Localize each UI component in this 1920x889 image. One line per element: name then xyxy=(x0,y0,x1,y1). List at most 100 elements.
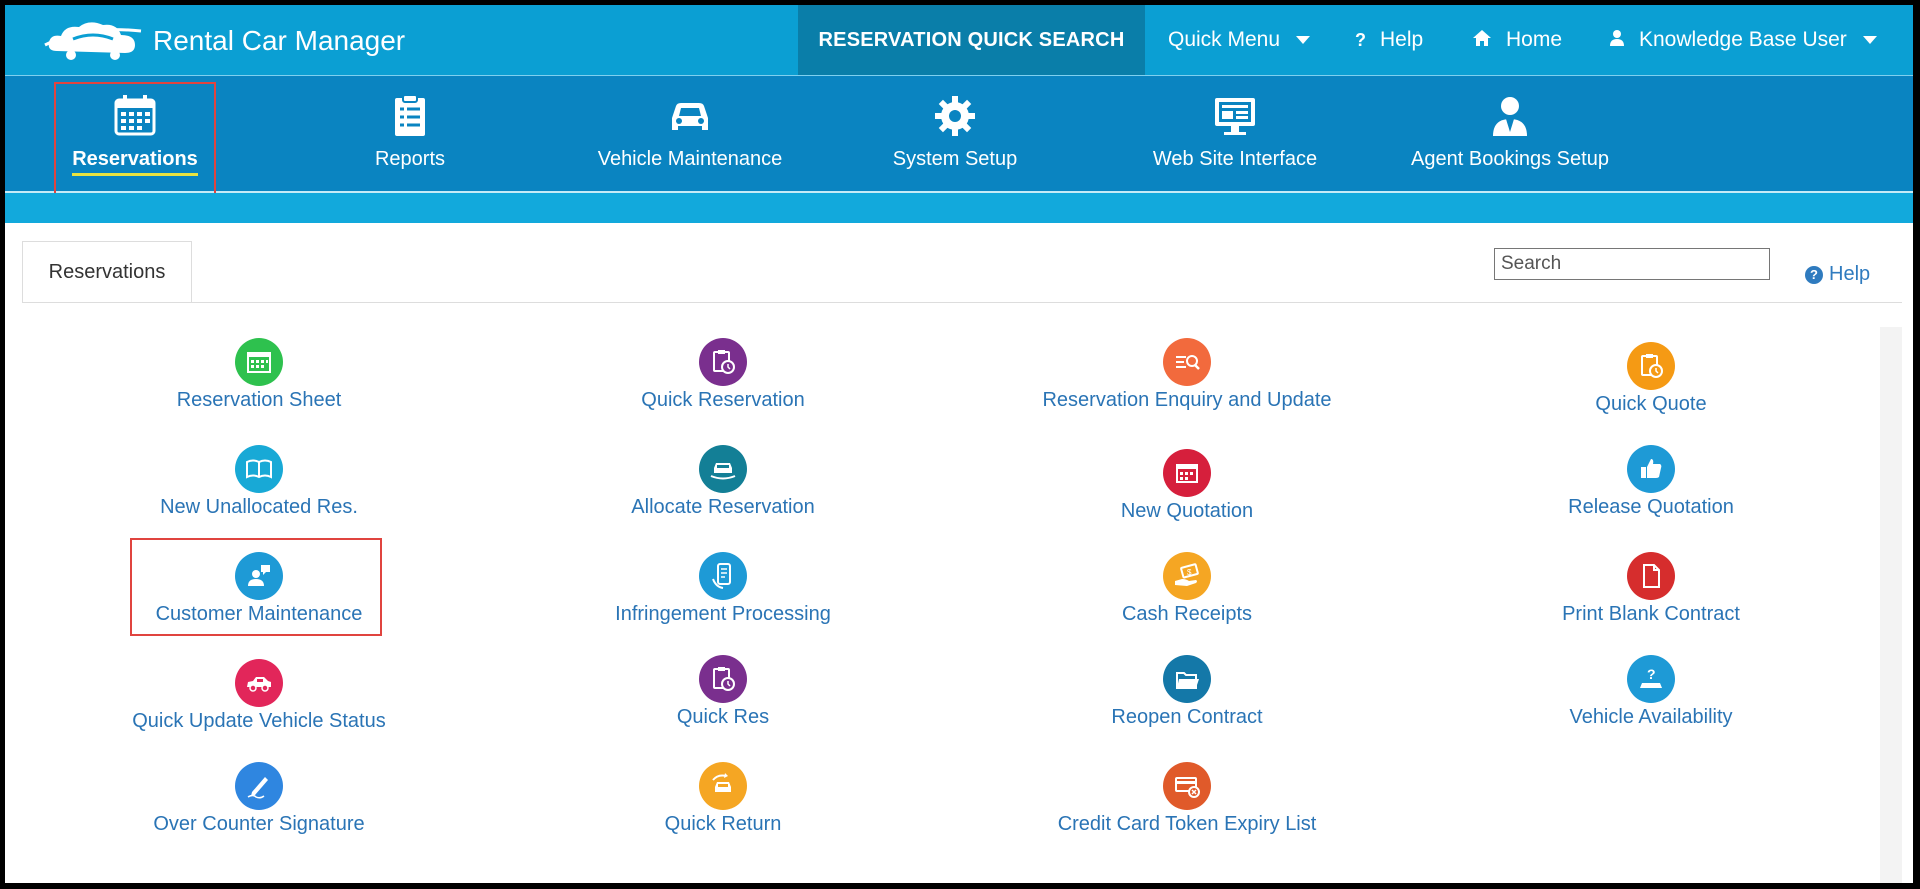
help-nav-label: Help xyxy=(1380,28,1424,51)
menu-item-quick-res[interactable]: Quick Res xyxy=(493,655,953,729)
menu-item-reservation-enquiry[interactable]: Reservation Enquiry and Update xyxy=(957,338,1417,412)
help-nav-link[interactable]: ? Help xyxy=(1355,5,1423,75)
user-icon xyxy=(1609,29,1625,52)
menu-item-label: Reopen Contract xyxy=(1111,706,1263,728)
menu-item-new-quotation[interactable]: New Quotation xyxy=(957,449,1417,523)
menu-item-label: Release Quotation xyxy=(1568,496,1734,518)
module-web-site-interface[interactable]: Web Site Interface xyxy=(1120,76,1350,191)
module-reports[interactable]: Reports xyxy=(335,76,485,191)
menu-item-label: Reservation Enquiry and Update xyxy=(1042,389,1332,411)
home-icon xyxy=(1472,29,1492,52)
module-label: Web Site Interface xyxy=(1152,148,1318,170)
menu-item-label: Quick Update Vehicle Status xyxy=(132,710,386,732)
quick-menu-dropdown[interactable]: Quick Menu xyxy=(1168,5,1311,75)
book-icon xyxy=(235,445,283,493)
clipboard-timer-icon xyxy=(1627,342,1675,390)
menu-item-print-blank-contract[interactable]: Print Blank Contract xyxy=(1421,552,1881,626)
module-label: Vehicle Maintenance xyxy=(597,148,783,170)
menu-item-label: Quick Quote xyxy=(1595,393,1707,415)
search-input[interactable] xyxy=(1494,248,1770,280)
clipboard-timer-icon xyxy=(699,655,747,703)
monitor-icon xyxy=(1215,98,1255,135)
menu-item-label: Cash Receipts xyxy=(1121,603,1253,625)
chevron-down-icon xyxy=(1296,36,1311,44)
app-title: Rental Car Manager xyxy=(153,25,406,56)
card-cancel-icon xyxy=(1163,762,1211,810)
menu-item-label: Reservation Sheet xyxy=(176,389,342,411)
menu-item-quick-update-vehicle-status[interactable]: Quick Update Vehicle Status xyxy=(29,659,489,733)
module-bar-strip xyxy=(5,193,1913,223)
menu-item-vehicle-availability[interactable]: ? Vehicle Availability xyxy=(1421,655,1881,729)
tab-reservations[interactable]: Reservations xyxy=(22,241,192,303)
cloud-car-logo-icon xyxy=(44,22,142,60)
user-name: Knowledge Base User xyxy=(1639,28,1847,51)
help-link[interactable]: ? Help xyxy=(1805,263,1870,286)
menu-item-cash-receipts[interactable]: $ Cash Receipts xyxy=(957,552,1417,626)
reservation-quick-search-button[interactable]: RESERVATION QUICK SEARCH xyxy=(798,5,1145,75)
menu-item-label: Infringement Processing xyxy=(615,603,831,625)
agent-icon xyxy=(1493,97,1527,136)
menu-item-reservation-sheet[interactable]: Reservation Sheet xyxy=(29,338,489,412)
home-nav-link[interactable]: Home xyxy=(1472,5,1562,75)
menu-item-release-quotation[interactable]: Release Quotation xyxy=(1421,445,1881,519)
list-search-icon xyxy=(1163,338,1211,386)
phone-document-icon xyxy=(699,552,747,600)
menu-item-label: Credit Card Token Expiry List xyxy=(1057,813,1317,835)
top-bar: Rental Car Manager RESERVATION QUICK SEA… xyxy=(5,5,1913,76)
menu-item-quick-return[interactable]: Quick Return xyxy=(493,762,953,836)
car-icon xyxy=(235,659,283,707)
module-bar: Reservations Reports Vehicle Maintenance xyxy=(5,76,1913,193)
menu-item-infringement-processing[interactable]: Infringement Processing xyxy=(493,552,953,626)
menu-item-credit-card-token-expiry-list[interactable]: Credit Card Token Expiry List xyxy=(957,762,1417,836)
tab-divider xyxy=(22,302,1902,303)
svg-text:?: ? xyxy=(1647,666,1656,682)
help-link-label: Help xyxy=(1829,263,1871,285)
hand-cash-icon: $ xyxy=(1163,552,1211,600)
menu-item-label: Vehicle Availability xyxy=(1569,706,1733,728)
brand[interactable]: Rental Car Manager xyxy=(43,17,405,65)
menu-item-label: Allocate Reservation xyxy=(631,496,815,518)
scrollbar-track[interactable] xyxy=(1880,327,1902,883)
menu-item-label: Print Blank Contract xyxy=(1562,603,1740,625)
car-hand-icon xyxy=(699,445,747,493)
menu-item-over-counter-signature[interactable]: Over Counter Signature xyxy=(29,762,489,836)
chevron-down-icon xyxy=(1862,36,1877,44)
quick-menu-label: Quick Menu xyxy=(1168,28,1281,51)
module-agent-bookings-setup[interactable]: Agent Bookings Setup xyxy=(1395,76,1625,191)
module-vehicle-maintenance[interactable]: Vehicle Maintenance xyxy=(575,76,805,191)
calendar-icon xyxy=(1163,449,1211,497)
module-system-setup[interactable]: System Setup xyxy=(855,76,1055,191)
question-car-icon: ? xyxy=(1627,655,1675,703)
clipboard-timer-icon xyxy=(699,338,747,386)
app-window: Rental Car Manager RESERVATION QUICK SEA… xyxy=(5,5,1913,883)
module-label: Reports xyxy=(374,148,446,170)
module-label: System Setup xyxy=(892,148,1018,170)
menu-item-allocate-reservation[interactable]: Allocate Reservation xyxy=(493,445,953,519)
menu-item-label: Quick Return xyxy=(664,813,782,835)
gear-icon xyxy=(935,96,975,136)
reservations-module-highlight xyxy=(54,82,216,200)
question-circle-icon: ? xyxy=(1805,265,1823,284)
menu-item-quick-reservation[interactable]: Quick Reservation xyxy=(493,338,953,412)
menu-item-new-unallocated-res[interactable]: New Unallocated Res. xyxy=(29,445,489,519)
module-label: Agent Bookings Setup xyxy=(1411,148,1609,170)
calendar-grid-icon xyxy=(235,338,283,386)
thumbs-up-icon xyxy=(1627,445,1675,493)
customer-maintenance-highlight xyxy=(130,538,382,636)
document-icon xyxy=(1627,552,1675,600)
car-icon xyxy=(672,103,708,130)
menu-item-label: Over Counter Signature xyxy=(153,813,365,835)
clipboard-icon xyxy=(395,94,425,136)
pen-signature-icon xyxy=(235,762,283,810)
folder-open-icon xyxy=(1163,655,1211,703)
menu-item-reopen-contract[interactable]: Reopen Contract xyxy=(957,655,1417,729)
car-return-icon xyxy=(699,762,747,810)
svg-text:$: $ xyxy=(1187,568,1192,577)
home-nav-label: Home xyxy=(1506,28,1563,51)
menu-item-label: Quick Reservation xyxy=(641,389,805,411)
menu-item-label: New Quotation xyxy=(1120,500,1254,522)
user-menu-dropdown[interactable]: Knowledge Base User xyxy=(1609,5,1877,75)
question-icon: ? xyxy=(1355,29,1366,50)
menu-item-quick-quote[interactable]: Quick Quote xyxy=(1421,342,1881,416)
menu-item-label: Quick Res xyxy=(676,706,770,728)
